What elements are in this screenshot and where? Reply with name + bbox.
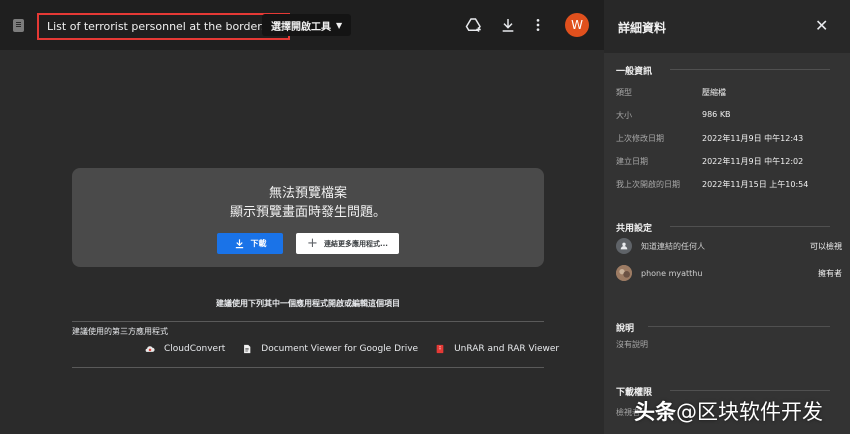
app-name: UnRAR and RAR Viewer: [454, 344, 560, 354]
type-value: 壓縮檔: [702, 88, 726, 97]
watermark: 头条@区块软件开发: [634, 396, 823, 426]
divider: [670, 390, 830, 391]
open-with-button[interactable]: 選擇開啟工具 ▼: [262, 14, 352, 36]
connect-label: 連結更多應用程式...: [323, 239, 388, 248]
divider: [670, 69, 830, 70]
close-icon[interactable]: ✕: [815, 16, 828, 35]
download-icon[interactable]: [498, 15, 518, 35]
divider: [648, 326, 830, 327]
app-document-viewer[interactable]: Document Viewer for Google Drive: [242, 344, 418, 354]
file-name: List of terrorist personnel at the borde…: [37, 13, 291, 40]
divider: [72, 321, 544, 322]
download-button[interactable]: 下載: [217, 233, 283, 254]
created-value: 2022年11月9日 中午12:02: [702, 157, 804, 166]
watermark-brand: 头条: [634, 400, 676, 424]
details-header: 詳細資料 ✕: [604, 0, 850, 53]
type-label: 類型: [616, 88, 632, 97]
download-icon: [235, 239, 243, 249]
modified-value: 2022年11月9日 中午12:43: [702, 134, 804, 143]
share-name: 知道連結的任何人: [641, 241, 705, 251]
last-opened-value: 2022年11月15日 上午10:54: [702, 180, 809, 189]
suggested-apps-list: CloudConvert Document Viewer for Google …: [145, 344, 576, 354]
open-with-label: 選擇開啟工具: [271, 21, 331, 33]
viewer-toolbar: List of terrorist personnel at the borde…: [0, 0, 604, 50]
general-info-heading: 一般資訊: [616, 67, 653, 77]
watermark-handle: @区块软件开发: [676, 400, 823, 424]
link-people-icon: [616, 238, 632, 254]
modified-label: 上次修改日期: [616, 134, 664, 143]
divider: [670, 226, 830, 227]
app-name: CloudConvert: [164, 344, 226, 354]
size-label: 大小: [616, 111, 632, 120]
suggested-apps-heading: 建議使用下列其中一個應用程式開啟或編輯這個項目: [216, 299, 400, 308]
share-entry-owner: phone myatthu 擁有者: [616, 264, 842, 282]
app-cloudconvert[interactable]: CloudConvert: [145, 344, 225, 354]
created-label: 建立日期: [616, 157, 648, 166]
preview-error-card: 無法預覽檔案 顯示預覽畫面時發生問題。 下載 + 連結更多應用程式...: [72, 168, 544, 267]
user-avatar: [616, 265, 632, 281]
share-role: 擁有者: [818, 268, 842, 278]
download-label: 下載: [250, 239, 267, 248]
add-shortcut-drive-icon[interactable]: [464, 15, 484, 35]
size-value: 986 KB: [702, 110, 731, 119]
file-viewer: List of terrorist personnel at the borde…: [0, 0, 604, 434]
plus-icon: +: [307, 236, 318, 251]
app-name: Document Viewer for Google Drive: [261, 344, 419, 354]
caret-down-icon: ▼: [336, 20, 343, 30]
last-opened-label: 我上次開啟的日期: [616, 180, 680, 189]
divider: [72, 367, 544, 368]
error-title: 無法預覽檔案: [268, 186, 347, 201]
account-avatar[interactable]: W: [565, 13, 589, 37]
app-unrar[interactable]: UnRAR and RAR Viewer: [435, 344, 559, 354]
connect-more-apps-button[interactable]: + 連結更多應用程式...: [296, 233, 399, 254]
share-entry-link: 知道連結的任何人 可以檢視: [616, 237, 842, 255]
share-role: 可以檢視: [810, 241, 842, 251]
description-text: 沒有說明: [616, 340, 648, 349]
description-heading: 說明: [616, 324, 635, 334]
document-icon: [244, 344, 251, 354]
error-message: 顯示預覽畫面時發生問題。: [229, 205, 386, 220]
cloud-icon: [145, 346, 155, 352]
sharing-heading: 共用設定: [616, 224, 653, 234]
share-name: phone myatthu: [641, 268, 703, 278]
details-title: 詳細資料: [618, 21, 667, 35]
more-options-icon[interactable]: [528, 15, 548, 35]
archive-icon: [436, 344, 444, 354]
file-type-icon: [13, 19, 24, 32]
details-panel: 詳細資料 ✕ 一般資訊 類型 壓縮檔 大小 986 KB 上次修改日期 2022…: [604, 0, 850, 434]
third-party-apps-label: 建議使用的第三方應用程式: [72, 327, 168, 336]
